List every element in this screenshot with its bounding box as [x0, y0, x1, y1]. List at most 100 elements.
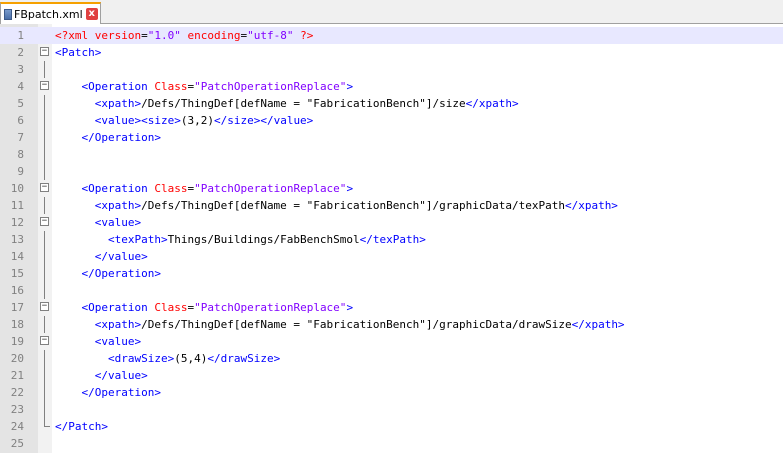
fold-guide	[44, 384, 45, 401]
line-number: 7	[17, 131, 24, 144]
code-token: </xpath>	[571, 318, 625, 331]
code-line[interactable]: 8	[0, 146, 783, 163]
code-editor[interactable]: 1 <?xml version="1.0" encoding="utf-8" ?>…	[0, 24, 783, 453]
fold-guide	[44, 112, 45, 129]
code-text: </value>	[55, 367, 148, 384]
code-line[interactable]: 1 <?xml version="1.0" encoding="utf-8" ?>	[0, 27, 783, 44]
code-token: <?xml	[55, 29, 95, 42]
line-number: 16	[10, 284, 24, 297]
code-lines: 1 <?xml version="1.0" encoding="utf-8" ?>…	[0, 27, 783, 452]
code-line[interactable]: 3	[0, 61, 783, 78]
code-line[interactable]: 11 <xpath>/Defs/ThingDef[defName = "Fabr…	[0, 197, 783, 214]
code-line[interactable]: 22 </Operation>	[0, 384, 783, 401]
line-number: 12	[10, 216, 24, 229]
code-token: (5,4)	[174, 352, 208, 365]
close-icon[interactable]: x	[85, 8, 98, 20]
code-token: </texPath>	[359, 233, 426, 246]
code-line[interactable]: 24 </Patch>	[0, 418, 783, 435]
code-line[interactable]: 2 − <Patch>	[0, 44, 783, 61]
code-token: ?>	[293, 29, 314, 42]
code-token: <xpath>	[94, 318, 142, 331]
line-number: 22	[10, 386, 24, 399]
fold-toggle-icon[interactable]: −	[40, 81, 49, 90]
line-number: 10	[10, 182, 24, 195]
code-token: <Operation	[81, 182, 155, 195]
line-number: 4	[17, 80, 24, 93]
fold-toggle-icon[interactable]: −	[40, 336, 49, 345]
fold-guide	[44, 61, 45, 78]
fold-guide	[44, 350, 45, 367]
fold-toggle-icon[interactable]: −	[40, 47, 49, 56]
code-line[interactable]: 10 − <Operation Class="PatchOperationRepl…	[0, 180, 783, 197]
code-token: "PatchOperationReplace"	[194, 301, 347, 314]
code-token: </xpath>	[465, 97, 519, 110]
fold-toggle-icon[interactable]: −	[40, 183, 49, 192]
line-number: 19	[10, 335, 24, 348]
code-text: <Operation Class="PatchOperationReplace"…	[55, 78, 354, 95]
code-token: /Defs/ThingDef[defName = "FabricationBen…	[141, 199, 565, 212]
code-token: </drawSize>	[207, 352, 281, 365]
code-token: >	[346, 301, 354, 314]
line-number: 5	[17, 97, 24, 110]
code-line[interactable]: 14 </value>	[0, 248, 783, 265]
code-line[interactable]: 13 <texPath>Things/Buildings/FabBenchSmo…	[0, 231, 783, 248]
line-number: 13	[10, 233, 24, 246]
code-line[interactable]: 17 − <Operation Class="PatchOperationRepl…	[0, 299, 783, 316]
tab-fbpatch-xml[interactable]: FBpatch.xml x	[0, 2, 101, 24]
line-number: 20	[10, 352, 24, 365]
code-token: <drawSize>	[107, 352, 175, 365]
line-number: 17	[10, 301, 24, 314]
code-text: <texPath>Things/Buildings/FabBenchSmol</…	[55, 231, 426, 248]
code-text: </Patch>	[55, 418, 108, 435]
code-line[interactable]: 18 <xpath>/Defs/ThingDef[defName = "Fabr…	[0, 316, 783, 333]
code-line[interactable]: 9	[0, 163, 783, 180]
code-token: </value>	[94, 369, 148, 382]
code-line[interactable]: 5 <xpath>/Defs/ThingDef[defName = "Fabri…	[0, 95, 783, 112]
code-line[interactable]: 23	[0, 401, 783, 418]
code-line[interactable]: 7 </Operation>	[0, 129, 783, 146]
code-text: </Operation>	[55, 384, 161, 401]
code-token: </Operation>	[81, 386, 161, 399]
fold-guide	[44, 316, 45, 333]
code-line[interactable]: 15 </Operation>	[0, 265, 783, 282]
code-token: </Patch>	[55, 420, 108, 433]
code-line[interactable]: 25	[0, 435, 783, 452]
code-token: </size></value>	[213, 114, 314, 127]
code-line[interactable]: 12 − <value>	[0, 214, 783, 231]
fold-guide	[44, 95, 45, 112]
code-line[interactable]: 20 <drawSize>(5,4)</drawSize>	[0, 350, 783, 367]
fold-toggle-icon[interactable]: −	[40, 302, 49, 311]
line-number: 3	[17, 63, 24, 76]
code-token: </xpath>	[564, 199, 618, 212]
code-line[interactable]: 4 − <Operation Class="PatchOperationRepla…	[0, 78, 783, 95]
code-text: <Operation Class="PatchOperationReplace"…	[55, 180, 354, 197]
tab-bar: FBpatch.xml x	[0, 0, 783, 24]
fold-guide	[44, 367, 45, 384]
line-number: 6	[17, 114, 24, 127]
code-token: Class	[154, 301, 188, 314]
code-token: Things/Buildings/FabBenchSmol	[167, 233, 360, 246]
code-line[interactable]: 19 − <value>	[0, 333, 783, 350]
code-line[interactable]: 16	[0, 282, 783, 299]
code-token: </Operation>	[81, 131, 161, 144]
code-token: Class	[154, 80, 188, 93]
code-token: Class	[154, 182, 188, 195]
line-number: 24	[10, 420, 24, 433]
code-token: <value><size>	[94, 114, 181, 127]
line-number: 21	[10, 369, 24, 382]
line-number: 18	[10, 318, 24, 331]
code-text: </Operation>	[55, 265, 161, 282]
code-line[interactable]: 6 <value><size>(3,2)</size></value>	[0, 112, 783, 129]
fold-toggle-icon[interactable]: −	[40, 217, 49, 226]
code-line[interactable]: 21 </value>	[0, 367, 783, 384]
code-token: <texPath>	[107, 233, 168, 246]
